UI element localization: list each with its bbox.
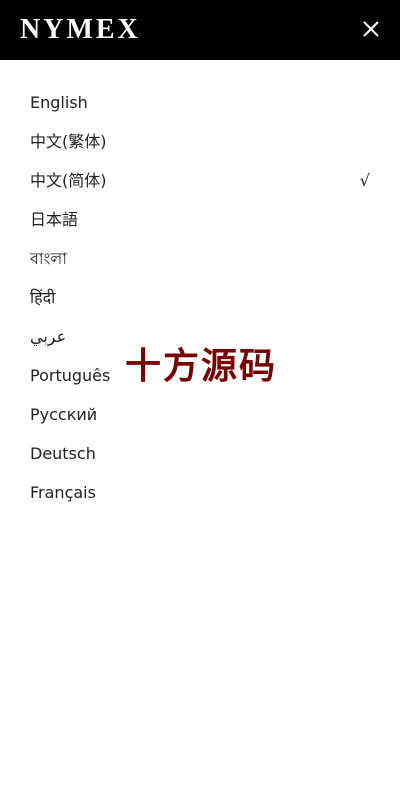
language-item-french[interactable]: Français	[0, 473, 400, 512]
language-label: Deutsch	[30, 444, 96, 463]
logo[interactable]: NYMEX	[20, 13, 141, 47]
language-label: 日本語	[30, 210, 79, 229]
language-item-english[interactable]: English	[0, 83, 400, 122]
language-item-hindi[interactable]: हिंदी	[0, 278, 400, 317]
language-item-bengali[interactable]: বাংলা	[0, 239, 400, 278]
language-label: English	[30, 93, 88, 112]
header-bar: NYMEX	[0, 0, 400, 60]
language-list: English 中文(繁体) 中文(简体) √ 日本語 বাংলা हिंदी …	[0, 83, 400, 512]
language-label: 中文(繁体)	[30, 132, 107, 151]
language-label: Français	[30, 483, 96, 502]
language-label: हिंदी	[30, 288, 56, 307]
language-item-russian[interactable]: Русский	[0, 395, 400, 434]
language-label: Русский	[30, 405, 98, 424]
language-label: 中文(简体)	[30, 171, 107, 190]
language-item-german[interactable]: Deutsch	[0, 434, 400, 473]
watermark-text: 十方源码	[125, 346, 278, 387]
language-label: বাংলা	[30, 249, 67, 268]
close-button[interactable]	[360, 18, 382, 40]
language-item-japanese[interactable]: 日本語	[0, 200, 400, 239]
language-item-chinese-traditional[interactable]: 中文(繁体)	[0, 122, 400, 161]
language-label: Português	[30, 366, 111, 385]
close-icon	[363, 21, 379, 37]
language-item-chinese-simplified[interactable]: 中文(简体) √	[0, 161, 400, 200]
selected-check-icon: √	[359, 171, 370, 190]
language-label: عربي	[30, 327, 67, 346]
